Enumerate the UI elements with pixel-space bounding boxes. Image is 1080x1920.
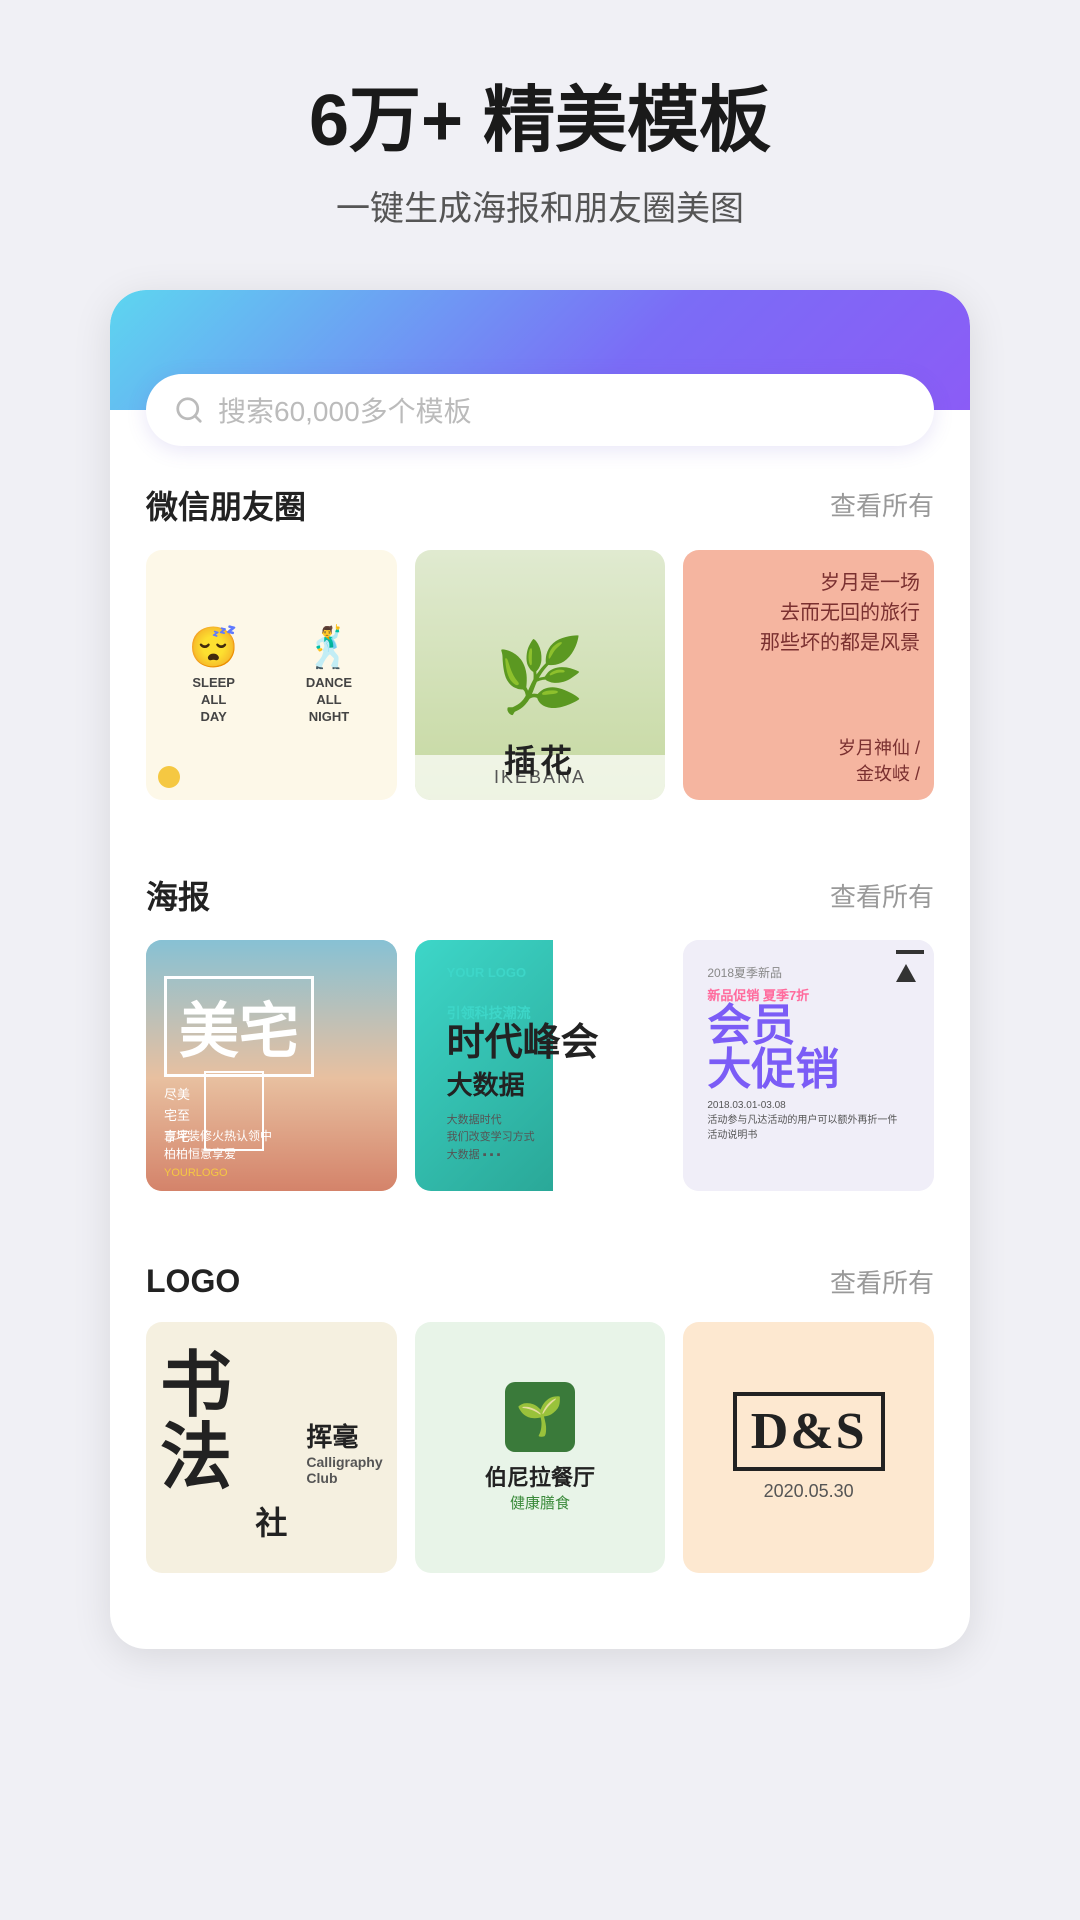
ikebana-label: 插花 bbox=[415, 736, 666, 782]
restaurant-name: 伯尼拉餐厅 bbox=[485, 1460, 595, 1492]
meizhai-logo: YOURLOGO bbox=[164, 1167, 379, 1179]
calligraphy-en1: Calligraphy bbox=[306, 1454, 382, 1470]
sleep-emoji: 😴 bbox=[189, 624, 239, 671]
member-year: 2018夏季新品 bbox=[707, 964, 910, 981]
section-link-logo[interactable]: 查看所有 bbox=[830, 1263, 934, 1300]
sleep-dance-inner: 😴 SLEEPALLDAY 🕺 DANCEALLNIGHT bbox=[160, 624, 383, 726]
section-header-poster: 海报 查看所有 bbox=[146, 872, 934, 918]
template-ds[interactable]: D&S 2020.05.30 bbox=[683, 1322, 934, 1573]
section-logo: LOGO 查看所有 书法 挥毫 Calligraphy Club 社 bbox=[110, 1227, 970, 1573]
search-bar[interactable]: 搜索60,000多个模板 bbox=[146, 374, 934, 446]
search-placeholder: 搜索60,000多个模板 bbox=[218, 390, 472, 430]
calligraphy-en2: Club bbox=[306, 1470, 337, 1486]
meizhai-title: 美宅 bbox=[164, 976, 314, 1077]
section-link-poster[interactable]: 查看所有 bbox=[830, 877, 934, 914]
section-wechat: 微信朋友圈 查看所有 😴 SLEEPALLDAY 🕺 DANCEALLNIGHT bbox=[110, 446, 970, 801]
calligraphy-en-wrap: 挥毫 Calligraphy Club bbox=[306, 1417, 382, 1494]
template-meizhai[interactable]: 美宅 尽美宅至享宅 吉坪装修火热认领中柏柏恒意享爱 YOURLOGO bbox=[146, 940, 397, 1191]
sleep-badge bbox=[158, 766, 180, 788]
template-member[interactable]: 2018夏季新品 新品促销 夏季7折 会员大促销 2018.03.01-03.0… bbox=[683, 940, 934, 1191]
pink-poem-author: 岁月神仙 /金玫岐 / bbox=[838, 734, 920, 786]
member-desc: 2018.03.01-03.08活动参与凡达活动的用户可以额外再折一件活动说明书 bbox=[707, 1098, 910, 1143]
section-poster: 海报 查看所有 美宅 尽美宅至享宅 吉坪装修火热认领中柏柏恒意享爱 YOURLO… bbox=[110, 836, 970, 1191]
template-ikebana[interactable]: 🌿 IKEBANA 插花 bbox=[415, 550, 666, 801]
calligraphy-main: 书法 挥毫 Calligraphy Club bbox=[160, 1350, 383, 1494]
search-bar-wrap: 搜索60,000多个模板 bbox=[110, 374, 970, 446]
ikebana-label-wrap: IKEBANA 插花 bbox=[415, 755, 666, 800]
restaurant-sub: 健康膳食 bbox=[510, 1492, 570, 1513]
section-header-wechat: 微信朋友圈 查看所有 bbox=[146, 482, 934, 528]
ds-title: D&S bbox=[733, 1392, 885, 1471]
template-calligraphy[interactable]: 书法 挥毫 Calligraphy Club 社 bbox=[146, 1322, 397, 1573]
restaurant-leaf-icon: 🌱 bbox=[516, 1395, 563, 1439]
section-title-wechat: 微信朋友圈 bbox=[146, 482, 306, 528]
search-icon bbox=[174, 395, 204, 425]
member-title: 会员大促销 bbox=[707, 1004, 910, 1092]
app-card: 搜索60,000多个模板 微信朋友圈 查看所有 😴 SLEEPALLDAY 🕺 … bbox=[110, 290, 970, 1649]
dance-text: DANCEALLNIGHT bbox=[306, 675, 352, 726]
bigdata-title: 时代峰会 bbox=[447, 1023, 634, 1065]
dance-item: 🕺 DANCEALLNIGHT bbox=[275, 624, 382, 726]
section-header-logo: LOGO 查看所有 bbox=[146, 1263, 934, 1300]
pink-poem-text: 岁月是一场去而无回的旅行那些坏的都是风景 bbox=[760, 568, 920, 658]
member-content: 2018夏季新品 新品促销 夏季7折 会员大促销 2018.03.01-03.0… bbox=[697, 954, 920, 1153]
bigdata-content: YOUR LOGO 引领科技潮流 时代峰会 大数据 大数据时代我们改变学习方式大… bbox=[433, 953, 648, 1179]
template-pink-poem[interactable]: 岁月是一场去而无回的旅行那些坏的都是风景 岁月神仙 /金玫岐 / bbox=[683, 550, 934, 801]
hero-title: 6万+ 精美模板 bbox=[309, 80, 771, 163]
sleep-text: SLEEPALLDAY bbox=[192, 675, 235, 726]
logo-template-grid: 书法 挥毫 Calligraphy Club 社 🌱 伯尼拉餐厅 健康膳食 bbox=[146, 1322, 934, 1573]
dance-emoji: 🕺 bbox=[304, 624, 354, 671]
ds-date: 2020.05.30 bbox=[764, 1481, 854, 1502]
section-title-poster: 海报 bbox=[146, 872, 210, 918]
bigdata-yourlogo: YOUR LOGO bbox=[447, 965, 526, 980]
section-link-wechat[interactable]: 查看所有 bbox=[830, 486, 934, 523]
poster-template-grid: 美宅 尽美宅至享宅 吉坪装修火热认领中柏柏恒意享爱 YOURLOGO YOUR … bbox=[146, 940, 934, 1191]
meizhai-footer-text: 吉坪装修火热认领中柏柏恒意享爱 bbox=[164, 1127, 379, 1163]
bigdata-desc: 大数据时代我们改变学习方式大数据 ▪ ▪ ▪ bbox=[447, 1112, 634, 1165]
ikebana-plant-icon: 🌿 bbox=[495, 633, 585, 718]
bigdata-sub: 大数据 bbox=[447, 1065, 634, 1102]
section-title-logo: LOGO bbox=[146, 1263, 240, 1300]
meizhai-footer: 吉坪装修火热认领中柏柏恒意享爱 YOURLOGO bbox=[164, 1127, 379, 1179]
wechat-template-grid: 😴 SLEEPALLDAY 🕺 DANCEALLNIGHT 🌿 bbox=[146, 550, 934, 801]
template-sleep-dance[interactable]: 😴 SLEEPALLDAY 🕺 DANCEALLNIGHT bbox=[146, 550, 397, 801]
hero-subtitle: 一键生成海报和朋友圈美图 bbox=[336, 181, 744, 230]
sleep-item: 😴 SLEEPALLDAY bbox=[160, 624, 267, 726]
calligraphy-cn-char: 书法 bbox=[160, 1350, 298, 1494]
restaurant-icon-wrap: 🌱 bbox=[505, 1382, 575, 1452]
calligraphy-brush-char: 挥毫 bbox=[306, 1417, 358, 1454]
template-restaurant[interactable]: 🌱 伯尼拉餐厅 健康膳食 bbox=[415, 1322, 666, 1573]
calligraphy-she: 社 bbox=[255, 1498, 287, 1544]
template-bigdata[interactable]: YOUR LOGO 引领科技潮流 时代峰会 大数据 大数据时代我们改变学习方式大… bbox=[415, 940, 666, 1191]
bigdata-lead: 引领科技潮流 bbox=[447, 1003, 634, 1023]
